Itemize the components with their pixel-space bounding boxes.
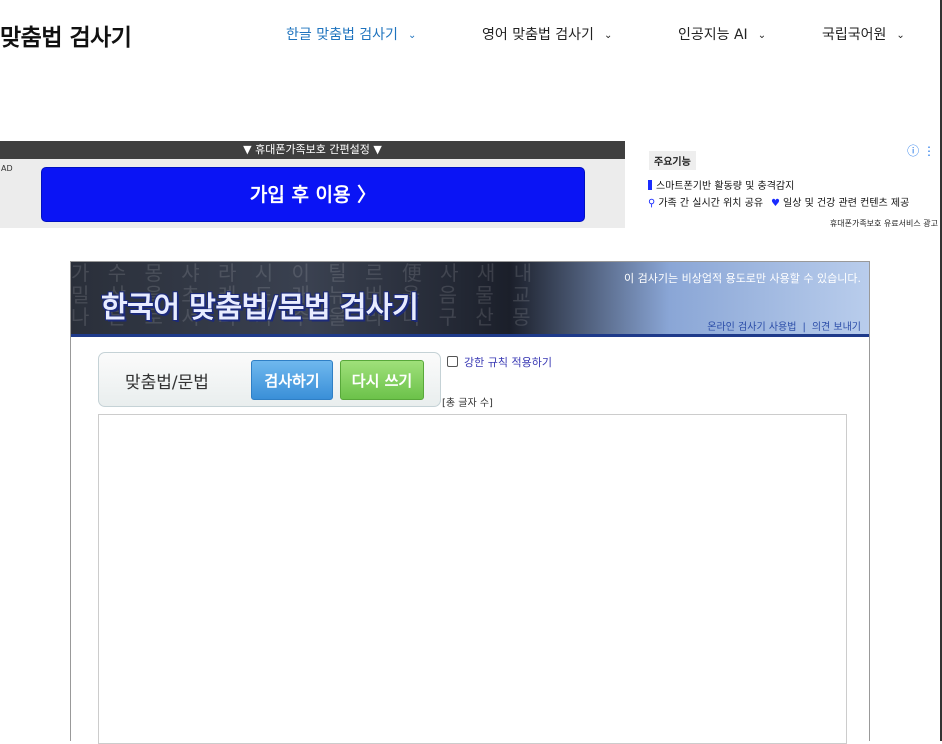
ad-cta-button[interactable]: 가입 후 이용 〉 <box>41 167 585 222</box>
main-nav: 한글 맞춤법 검사기 ⌄ 영어 맞춤법 검사기 ⌄ 인공지능 AI ⌄ 국립국어원 ⌄ <box>270 0 942 66</box>
chevron-down-icon: ⌄ <box>407 30 417 41</box>
divider: | <box>802 322 806 333</box>
strict-rule-checkbox[interactable] <box>447 356 458 367</box>
chevron-down-icon: ⌄ <box>896 30 905 41</box>
nav-item-national-institute[interactable]: 국립국어원 ⌄ <box>822 24 905 44</box>
mode-label: 맞춤법/문법 <box>125 373 209 393</box>
chevron-down-icon: ⌄ <box>757 30 767 41</box>
nav-item-label: 국립국어원 <box>822 27 887 43</box>
ad-feature-2: ⚲ 가족 간 실시간 위치 공유 ♥ 일상 및 건강 관련 컨텐츠 제공 <box>648 198 910 209</box>
banner-note: 이 검사기는 비상업적 용도로만 사용할 수 있습니다. <box>624 272 861 285</box>
strict-rule-option[interactable]: 강한 규칙 적용하기 <box>447 354 552 370</box>
spell-checker-panel: 가 수 몽 샤 라 시 이 틸 르 便 사 새 내밀 상 을 초 례 도 래 뉴… <box>70 261 870 744</box>
banner-title: 한국어 맞춤법/문법 검사기 <box>101 290 419 324</box>
nav-item-label: 인공지능 AI <box>678 27 748 43</box>
ad-top-bar: ▼ 휴대폰가족보호 간편설정 ▼ <box>0 141 625 159</box>
usage-link[interactable]: 온라인 검사기 사용법 <box>707 322 796 333</box>
ad-banner[interactable]: ▼ 휴대폰가족보호 간편설정 ▼ AD 가입 후 이용 〉 <box>0 141 625 228</box>
chevron-down-icon: ⌄ <box>603 30 613 41</box>
nav-item-ai[interactable]: 인공지능 AI ⌄ <box>678 24 766 44</box>
nav-item-korean-checker[interactable]: 한글 맞춤법 검사기 ⌄ <box>286 24 416 44</box>
nav-item-label: 영어 맞춤법 검사기 <box>482 27 594 43</box>
site-title[interactable]: 맞춤법 검사기 <box>0 18 132 52</box>
char-count: [총 글자 수] <box>442 398 493 409</box>
feedback-link[interactable]: 의견 보내기 <box>812 322 861 333</box>
ad-info-icon[interactable]: ⓘ ⋮ <box>907 142 935 159</box>
ad-side-panel[interactable]: ⓘ ⋮ 주요기능 스마트폰기반 활동량 및 충격감지 ⚲ 가족 간 실시간 위치 … <box>626 141 942 228</box>
text-input-area[interactable] <box>98 414 847 744</box>
checker-banner: 가 수 몽 샤 라 시 이 틸 르 便 사 새 내밀 상 을 초 례 도 래 뉴… <box>71 262 869 337</box>
ad-badge: 주요기능 <box>649 151 696 170</box>
strict-rule-label: 강한 규칙 적용하기 <box>464 356 552 369</box>
check-button[interactable]: 검사하기 <box>251 360 333 400</box>
nav-item-label: 한글 맞춤법 검사기 <box>286 27 398 43</box>
ad-feature-1: 스마트폰기반 활동량 및 충격감지 <box>648 177 794 192</box>
banner-links: 온라인 검사기 사용법 | 의견 보내기 <box>707 318 861 333</box>
control-box: 맞춤법/문법 검사하기 다시 쓰기 <box>98 352 441 407</box>
reset-button[interactable]: 다시 쓰기 <box>340 360 424 400</box>
ad-label: AD <box>1 164 13 173</box>
bullet-icon <box>648 180 652 190</box>
location-pin-icon: ⚲ <box>648 198 656 209</box>
heart-icon: ♥ <box>771 198 781 209</box>
ad-footer: 휴대폰가족보호 유료서비스 광고 <box>829 219 938 228</box>
nav-item-english-checker[interactable]: 영어 맞춤법 검사기 ⌄ <box>482 24 612 44</box>
